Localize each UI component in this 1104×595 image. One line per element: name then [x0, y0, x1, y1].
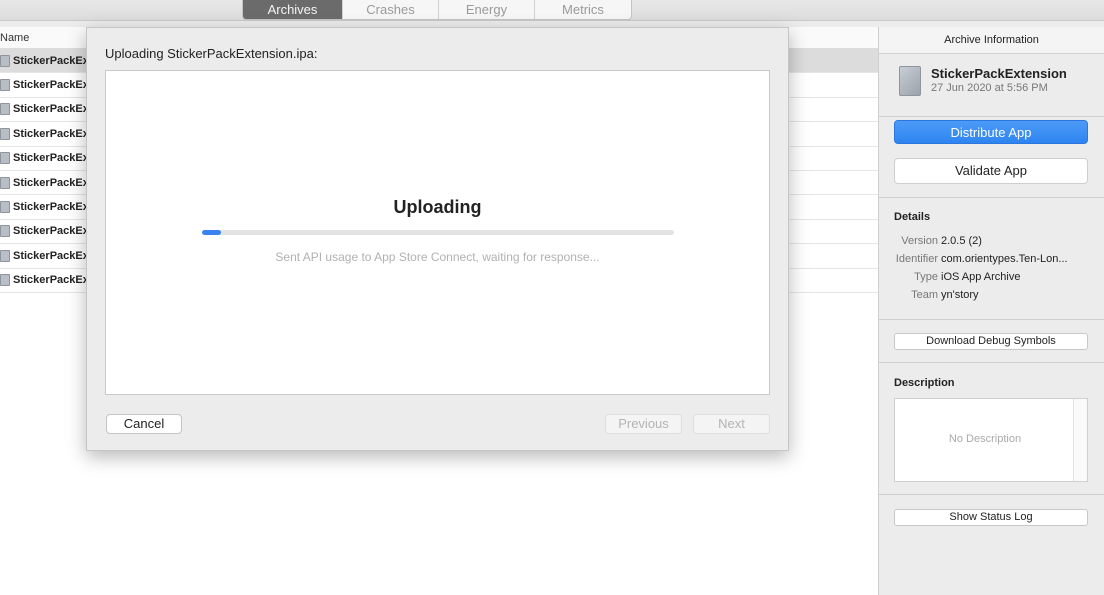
archive-file-icon	[899, 66, 921, 96]
list-item-label: StickerPackEx	[13, 176, 89, 189]
list-item-label: StickerPackEx	[13, 152, 89, 165]
list-item-label: StickerPackEx	[13, 201, 89, 214]
divider	[879, 197, 1104, 198]
top-toolbar: Archives Crashes Energy Metrics	[0, 0, 1104, 21]
detail-version: Version 2.0.5 (2)	[879, 232, 1104, 250]
archive-icon	[0, 103, 10, 116]
tab-metrics[interactable]: Metrics	[535, 0, 631, 19]
tab-crashes[interactable]: Crashes	[343, 0, 439, 19]
detail-label: Identifier	[895, 253, 938, 265]
previous-button[interactable]: Previous	[605, 414, 682, 434]
download-debug-symbols-button[interactable]: Download Debug Symbols	[894, 333, 1088, 350]
detail-identifier: Identifier com.orientypes.Ten-Lon...	[879, 250, 1104, 268]
archive-icon	[0, 274, 10, 287]
divider	[879, 116, 1104, 117]
archive-icon	[0, 249, 10, 262]
cancel-button[interactable]: Cancel	[106, 414, 182, 434]
validate-app-button[interactable]: Validate App	[894, 158, 1088, 184]
archive-icon	[0, 176, 10, 189]
upload-progress-fill	[202, 230, 221, 235]
description-scrollbar[interactable]	[1073, 399, 1087, 481]
list-item-label: StickerPackEx	[13, 225, 89, 238]
detail-value: iOS App Archive	[941, 271, 1021, 283]
list-item-label: StickerPackEx	[13, 249, 89, 262]
detail-value: yn'story	[941, 289, 979, 301]
detail-value: 2.0.5 (2)	[941, 235, 982, 247]
archive-icon	[0, 152, 10, 165]
archive-date: 27 Jun 2020 at 5:56 PM	[931, 82, 1048, 94]
description-field[interactable]: No Description	[894, 398, 1088, 482]
archive-icon	[0, 201, 10, 214]
archive-summary: StickerPackExtension 27 Jun 2020 at 5:56…	[879, 54, 1104, 116]
upload-content: Uploading Sent API usage to App Store Co…	[105, 70, 770, 395]
details-list: Version 2.0.5 (2) Identifier com.orienty…	[879, 232, 1104, 304]
sheet-title: Uploading StickerPackExtension.ipa:	[105, 46, 318, 61]
archive-inspector: Archive Information StickerPackExtension…	[878, 27, 1104, 595]
divider	[879, 319, 1104, 320]
detail-label: Version	[901, 235, 938, 247]
detail-team: Team yn'story	[879, 286, 1104, 304]
detail-type: Type iOS App Archive	[879, 268, 1104, 286]
archive-icon	[0, 54, 10, 67]
archive-icon	[0, 79, 10, 92]
list-item-label: StickerPackEx	[13, 79, 89, 92]
description-title: Description	[894, 377, 955, 389]
tab-energy[interactable]: Energy	[439, 0, 535, 19]
tab-archives[interactable]: Archives	[243, 0, 343, 19]
list-item-label: StickerPackEx	[13, 274, 89, 287]
archive-icon	[0, 127, 10, 140]
organizer-tabs: Archives Crashes Energy Metrics	[242, 0, 632, 20]
divider	[879, 494, 1104, 495]
upload-progress-bar	[202, 230, 674, 235]
upload-sheet: Uploading StickerPackExtension.ipa: Uplo…	[86, 27, 789, 451]
list-item-label: StickerPackEx	[13, 127, 89, 140]
description-placeholder: No Description	[948, 433, 1022, 445]
inspector-header: Archive Information	[879, 27, 1104, 54]
archive-name: StickerPackExtension	[931, 66, 1067, 81]
detail-label: Type	[914, 271, 938, 283]
details-title: Details	[894, 211, 931, 223]
upload-status: Sent API usage to App Store Connect, wai…	[275, 250, 600, 264]
archive-icon	[0, 225, 10, 238]
list-item-label: StickerPackEx	[13, 103, 89, 116]
divider	[879, 362, 1104, 363]
detail-value: com.orientypes.Ten-Lon...	[941, 253, 1068, 265]
distribute-app-button[interactable]: Distribute App	[894, 120, 1088, 144]
show-status-log-button[interactable]: Show Status Log	[894, 509, 1088, 526]
upload-heading: Uploading	[393, 197, 482, 217]
list-item-label: StickerPackEx	[13, 54, 89, 67]
next-button[interactable]: Next	[693, 414, 770, 434]
detail-label: Team	[911, 289, 938, 301]
